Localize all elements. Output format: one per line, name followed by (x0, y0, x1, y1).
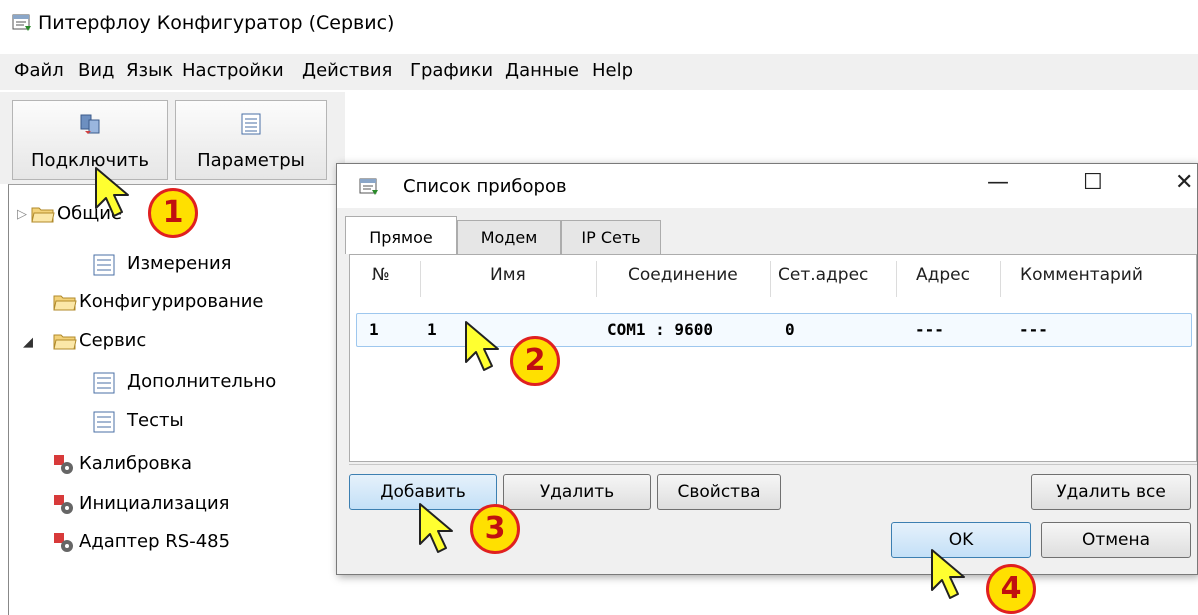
params-label: Параметры (197, 150, 305, 171)
list-icon (93, 372, 115, 394)
app-title: Питерфлоу Конфигуратор (Сервис) (38, 12, 395, 34)
maximize-button[interactable]: ☐ (1083, 170, 1103, 195)
gear-icon (54, 455, 73, 474)
cursor-arrow-icon (95, 167, 129, 217)
menu-language[interactable]: Язык (126, 60, 173, 81)
tree-label: Дополнительно (127, 371, 277, 392)
column-divider (1000, 261, 1001, 297)
cursor-arrow-icon (931, 549, 965, 599)
tree-label: Калибровка (79, 453, 193, 474)
divider-line (349, 464, 1197, 465)
navigation-tree: ▷ Общие Измерения Конфигурирование ◢ Сер… (8, 184, 347, 615)
tree-label: Измерения (127, 253, 232, 274)
tree-label: Адаптер RS-485 (79, 531, 231, 552)
connect-button[interactable]: Подключить (12, 100, 168, 180)
list-icon (241, 113, 261, 135)
column-divider (596, 261, 597, 297)
minimize-button[interactable]: — (987, 170, 1009, 195)
list-icon (93, 411, 115, 433)
col-header-connection[interactable]: Соединение (628, 265, 738, 285)
folder-icon (53, 334, 77, 350)
menu-view[interactable]: Вид (78, 60, 115, 81)
cell-connection: COM1 : 9600 (607, 320, 713, 339)
col-header-net-address[interactable]: Сет.адрес (778, 265, 868, 285)
col-header-num[interactable]: № (372, 265, 390, 285)
cursor-arrow-icon (465, 321, 499, 371)
column-divider (420, 261, 421, 297)
col-header-address[interactable]: Адрес (916, 265, 970, 285)
dialog-title-bar[interactable]: Список приборов — ☐ ✕ (337, 164, 1197, 208)
cursor-arrow-icon (419, 503, 453, 553)
expanded-arrow-icon[interactable]: ◢ (23, 335, 33, 350)
cell-name: 1 (427, 320, 437, 339)
tab-ip-network[interactable]: IP Сеть (561, 220, 661, 254)
tree-label: Инициализация (79, 493, 230, 514)
menu-charts[interactable]: Графики (410, 60, 493, 81)
menu-settings[interactable]: Настройки (182, 60, 284, 81)
app-title-bar: Питерфлоу Конфигуратор (Сервис) (0, 0, 1198, 48)
tree-label: Сервис (79, 330, 147, 351)
cell-address: --- (915, 320, 944, 339)
step-badge-3: 3 (470, 504, 520, 554)
cell-net-address: 0 (785, 320, 795, 339)
folder-icon (53, 295, 77, 311)
delete-button[interactable]: Удалить (503, 474, 651, 510)
close-button[interactable]: ✕ (1175, 170, 1193, 195)
menu-actions[interactable]: Действия (302, 60, 392, 81)
step-badge-1: 1 (148, 188, 198, 238)
menu-data[interactable]: Данные (505, 60, 579, 81)
column-divider (896, 261, 897, 297)
gear-icon (54, 495, 73, 514)
cell-comment: --- (1019, 320, 1048, 339)
properties-button[interactable]: Свойства (657, 474, 781, 510)
cell-num: 1 (369, 320, 379, 339)
toolbar: Подключить Параметры (0, 92, 345, 184)
tab-direct[interactable]: Прямое (345, 216, 457, 254)
connect-icon (80, 114, 100, 134)
gear-icon (54, 533, 73, 552)
app-icon (12, 14, 31, 31)
cancel-button[interactable]: Отмена (1041, 522, 1191, 558)
collapsed-arrow-icon[interactable]: ▷ (17, 207, 27, 222)
tree-label: Тесты (127, 410, 184, 431)
tree-label: Конфигурирование (79, 291, 264, 312)
step-badge-2: 2 (510, 336, 560, 386)
params-button[interactable]: Параметры (175, 100, 327, 180)
menu-file[interactable]: Файл (14, 60, 64, 81)
folder-icon (31, 207, 55, 223)
list-icon (93, 254, 115, 276)
step-badge-4: 4 (986, 564, 1036, 614)
dialog-icon (359, 178, 378, 195)
menu-help[interactable]: Help (592, 60, 633, 81)
column-divider (770, 261, 771, 297)
menu-bar: Файл Вид Язык Настройки Действия Графики… (0, 54, 1198, 90)
col-header-comment[interactable]: Комментарий (1020, 265, 1143, 285)
col-header-name[interactable]: Имя (490, 265, 526, 285)
dialog-title: Список приборов (403, 176, 567, 197)
tab-modem[interactable]: Модем (457, 220, 561, 254)
delete-all-button[interactable]: Удалить все (1031, 474, 1191, 510)
